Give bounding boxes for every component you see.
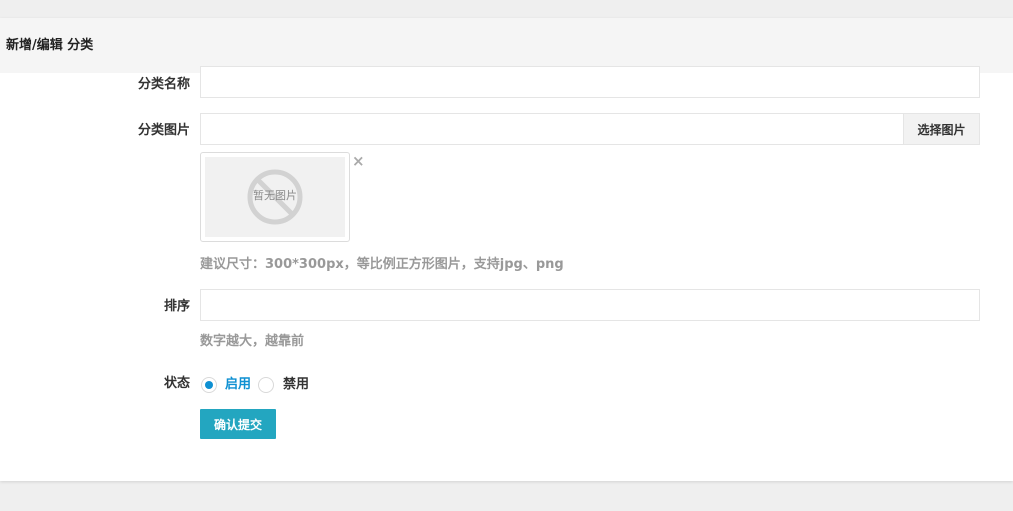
sort-hint: 数字越大，越靠前: [200, 334, 305, 349]
panel-heading: 新增/编辑 分类: [0, 18, 1013, 73]
status-enabled-label[interactable]: 启用: [225, 376, 251, 393]
sort-input[interactable]: [200, 289, 980, 321]
image-placeholder: 暂无图片: [205, 157, 345, 237]
status-disabled-label[interactable]: 禁用: [283, 376, 309, 393]
image-preview: 暂无图片: [200, 152, 350, 242]
choose-image-button[interactable]: 选择图片: [904, 113, 980, 145]
close-icon[interactable]: ×: [352, 154, 365, 169]
submit-button[interactable]: 确认提交: [200, 409, 276, 439]
image-size-hint: 建议尺寸：300*300px，等比例正方形图片，支持jpg、png: [200, 257, 564, 272]
sort-label: 排序: [163, 299, 190, 314]
status-enabled-radio[interactable]: [201, 377, 217, 393]
no-image-text: 暂无图片: [253, 189, 297, 202]
category-name-label: 分类名称: [137, 77, 190, 92]
category-image-label: 分类图片: [137, 123, 190, 138]
status-disabled-radio[interactable]: [258, 377, 274, 393]
category-name-input[interactable]: [200, 66, 980, 98]
category-image-path-input[interactable]: [200, 113, 904, 145]
page-title: 新增/编辑 分类: [6, 38, 94, 53]
status-label: 状态: [163, 376, 190, 391]
